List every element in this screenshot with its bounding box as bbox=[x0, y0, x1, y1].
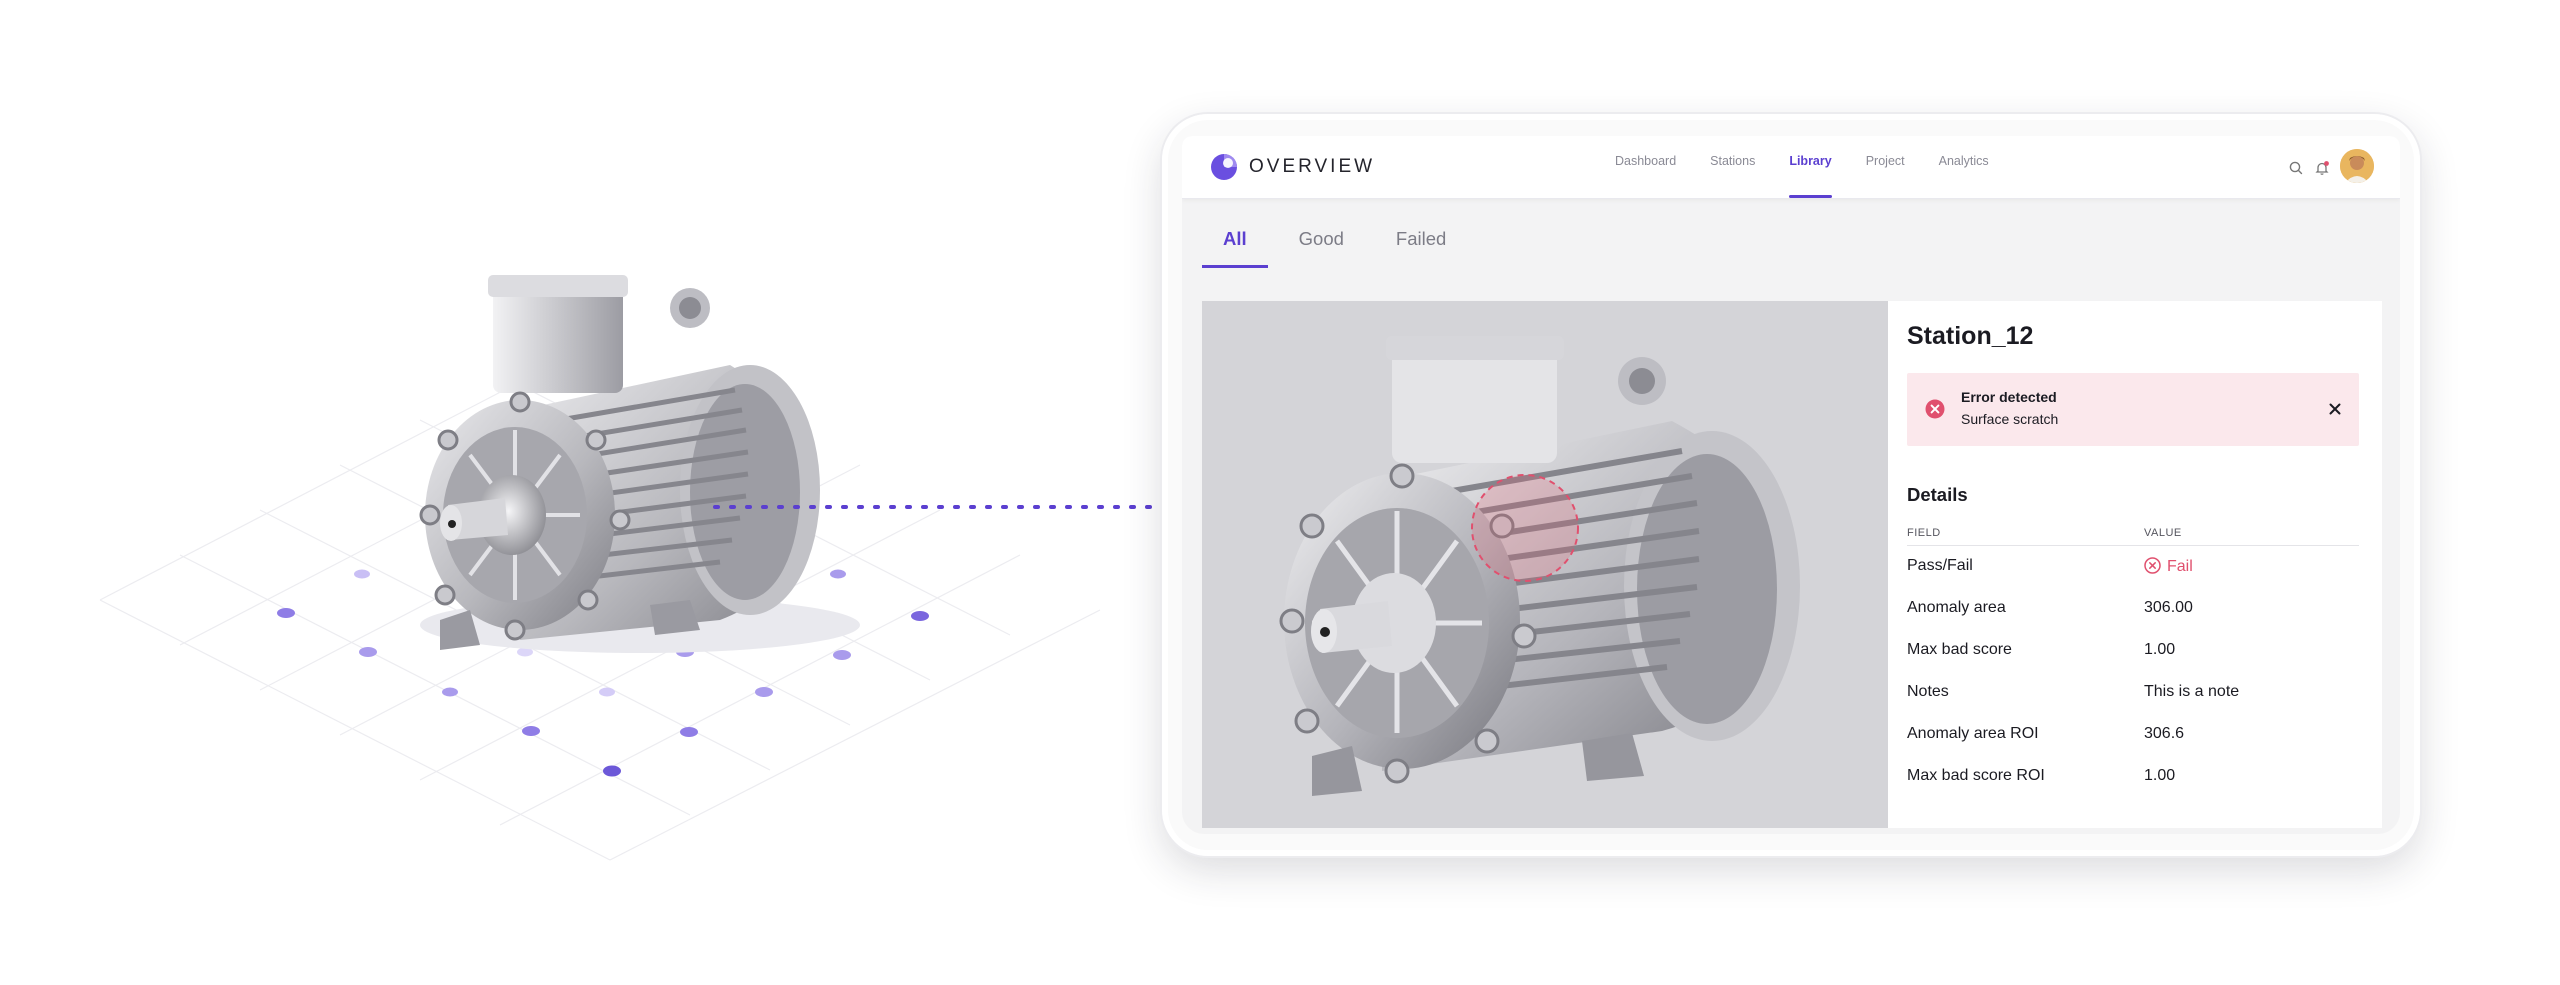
field-label: Max bad score ROI bbox=[1907, 767, 2045, 784]
logo-icon bbox=[1211, 154, 1237, 180]
table-row: Anomaly area ROI 306.6 bbox=[1907, 714, 2359, 756]
field-label: Notes bbox=[1907, 683, 1949, 700]
brand-name: OVERVIEW bbox=[1249, 156, 1376, 177]
details-panel: Station_12 Error detected Surface scratc… bbox=[1888, 301, 2382, 828]
motor-illustration bbox=[419, 275, 860, 653]
error-icon bbox=[1925, 399, 1945, 419]
main-nav: Dashboard Stations Library Project Analy… bbox=[1598, 136, 2006, 198]
nav-item-library[interactable]: Library bbox=[1772, 136, 1848, 198]
field-value: This is a note bbox=[2144, 683, 2240, 700]
tab-good[interactable]: Good bbox=[1278, 216, 1365, 268]
alert-title: Error detected bbox=[1961, 389, 2057, 405]
details-table: FIELD VALUE Pass/Fail Fail Anomaly area … bbox=[1907, 525, 2359, 798]
filter-tabs: All Good Failed bbox=[1202, 216, 1477, 268]
tablet-frame: OVERVIEW Dashboard Stations Library Proj… bbox=[1162, 114, 2420, 856]
column-header-value: VALUE bbox=[2144, 527, 2182, 539]
fail-status-icon bbox=[2144, 557, 2161, 574]
app-screen: OVERVIEW Dashboard Stations Library Proj… bbox=[1182, 136, 2400, 834]
field-label: Anomaly area ROI bbox=[1907, 725, 2039, 742]
field-label: Anomaly area bbox=[1907, 599, 2006, 616]
details-heading: Details bbox=[1907, 484, 1968, 505]
top-nav-bar: OVERVIEW Dashboard Stations Library Proj… bbox=[1182, 136, 2400, 199]
field-value: 1.00 bbox=[2144, 767, 2176, 784]
table-row: Max bad score 1.00 bbox=[1907, 630, 2359, 672]
nav-item-analytics[interactable]: Analytics bbox=[1922, 136, 2006, 198]
field-value: 306.6 bbox=[2144, 725, 2185, 742]
field-value: 306.00 bbox=[2144, 599, 2193, 616]
fail-status-text: Fail bbox=[2167, 558, 2193, 575]
field-label: Max bad score bbox=[1907, 641, 2012, 658]
table-header: FIELD VALUE bbox=[1907, 525, 2359, 546]
inspection-image bbox=[1279, 336, 1800, 796]
inspection-image-viewer[interactable] bbox=[1202, 301, 1888, 828]
search-icon[interactable] bbox=[2288, 160, 2304, 176]
tab-all[interactable]: All bbox=[1202, 216, 1268, 268]
column-header-field: FIELD bbox=[1907, 527, 1941, 539]
field-value: 1.00 bbox=[2144, 641, 2176, 658]
field-label: Pass/Fail bbox=[1907, 557, 1973, 574]
bell-icon[interactable] bbox=[2314, 160, 2330, 176]
station-title: Station_12 bbox=[1907, 322, 2034, 350]
avatar[interactable] bbox=[2340, 149, 2374, 183]
table-row: Pass/Fail Fail bbox=[1907, 546, 2359, 588]
nav-item-dashboard[interactable]: Dashboard bbox=[1598, 136, 1693, 198]
nav-item-project[interactable]: Project bbox=[1849, 136, 1922, 198]
nav-item-stations[interactable]: Stations bbox=[1693, 136, 1772, 198]
table-row: Notes This is a note bbox=[1907, 672, 2359, 714]
error-alert: Error detected Surface scratch bbox=[1907, 373, 2359, 446]
alert-message: Surface scratch bbox=[1961, 411, 2059, 427]
table-row: Max bad score ROI 1.00 bbox=[1907, 756, 2359, 798]
tab-failed[interactable]: Failed bbox=[1375, 216, 1467, 268]
close-icon[interactable] bbox=[2325, 399, 2345, 419]
anomaly-marker bbox=[1471, 474, 1579, 582]
table-row: Anomaly area 306.00 bbox=[1907, 588, 2359, 630]
field-value: Fail bbox=[2144, 557, 2193, 576]
illustration-scene bbox=[99, 275, 1167, 861]
